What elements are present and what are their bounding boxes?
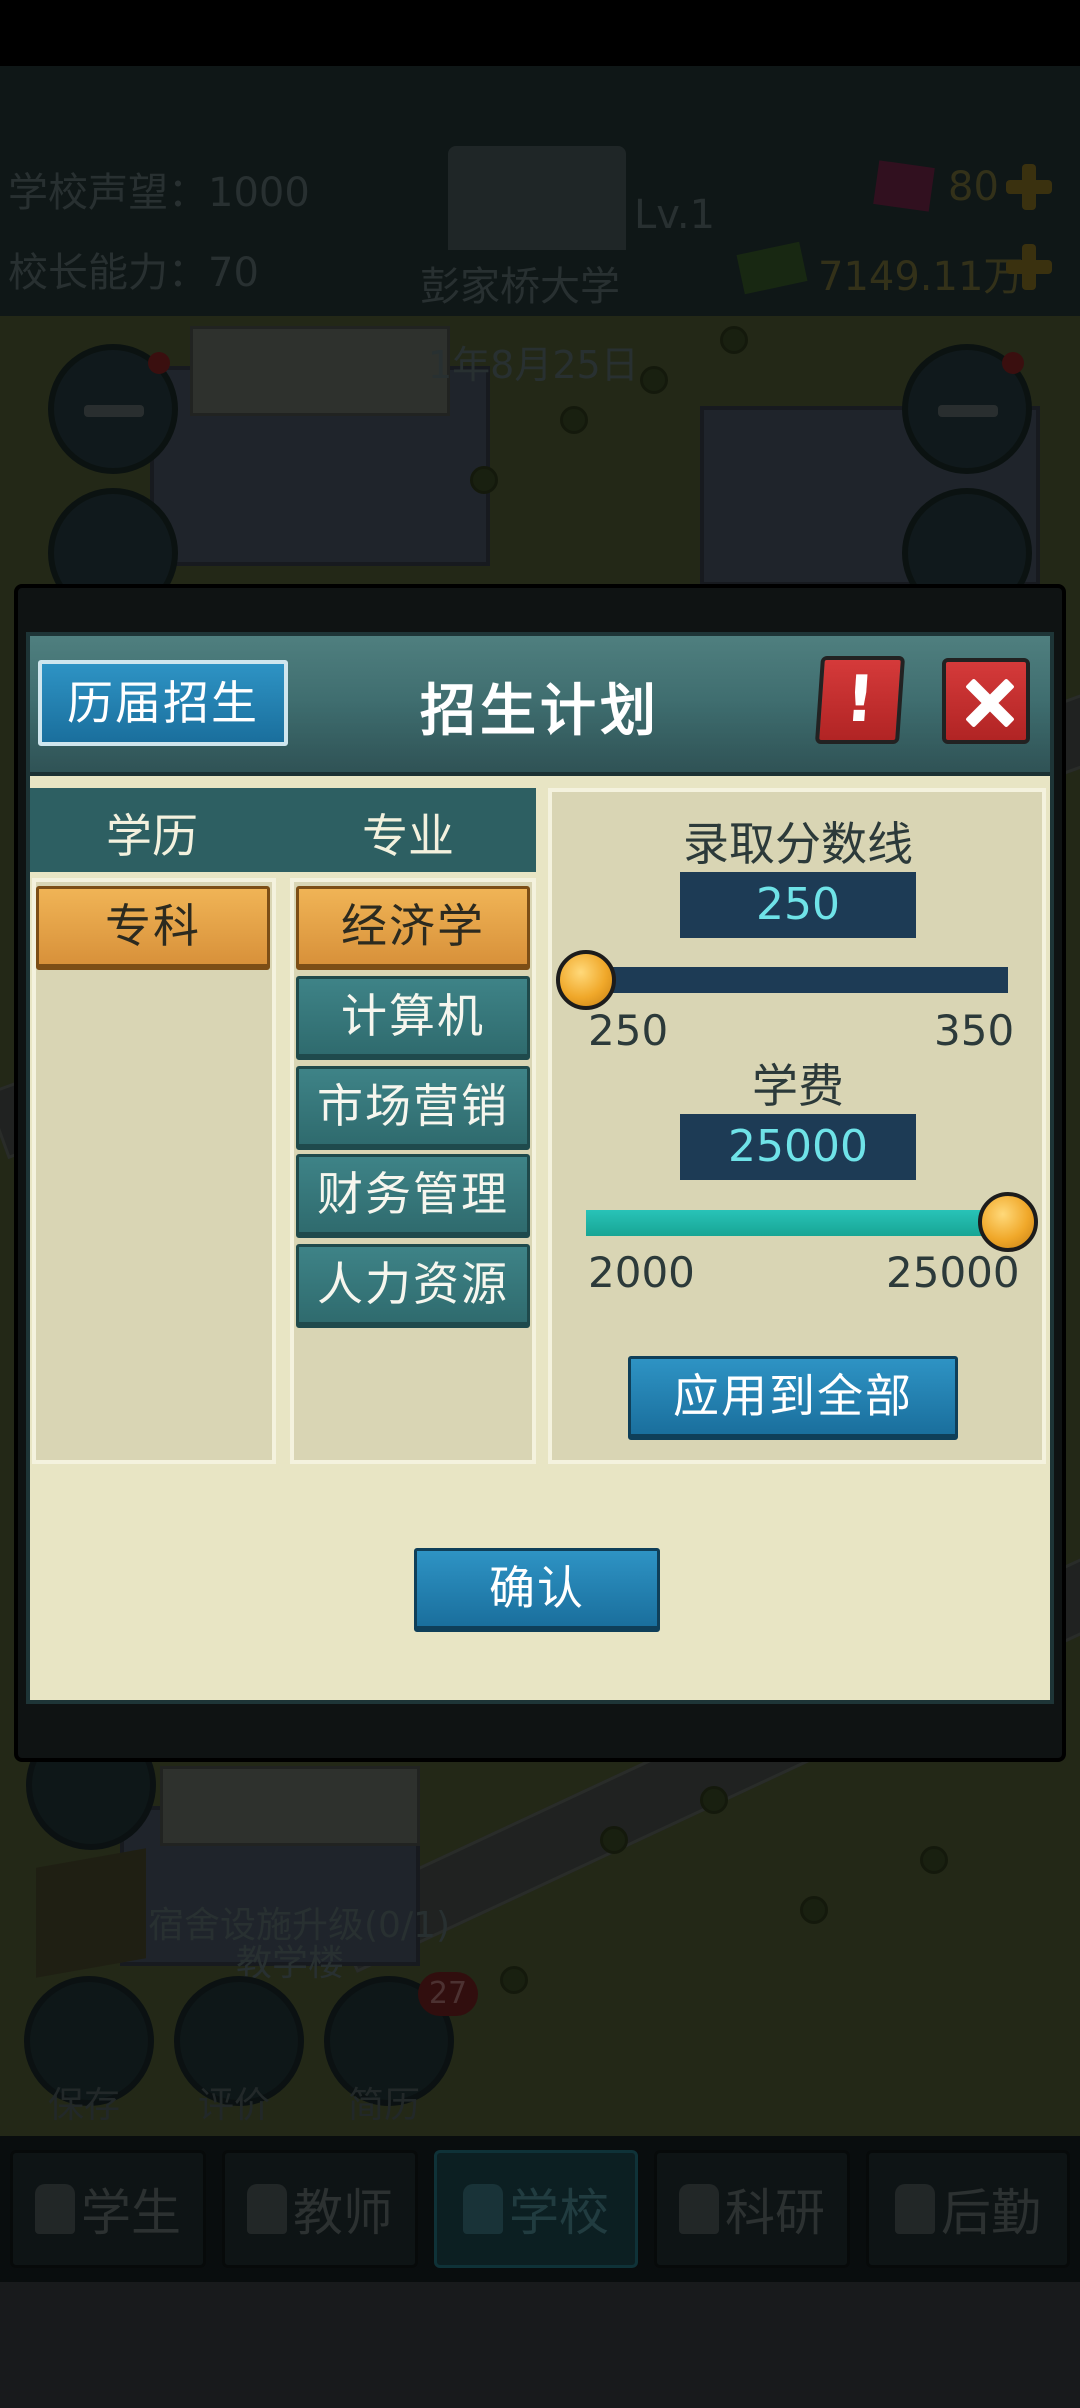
- cutoff-max: 350: [934, 1006, 1015, 1055]
- cutoff-value[interactable]: 250: [680, 872, 916, 938]
- major-item-computer[interactable]: 计算机: [296, 976, 530, 1060]
- cutoff-slider-handle[interactable]: [556, 950, 616, 1010]
- tuition-slider-handle[interactable]: [978, 1192, 1038, 1252]
- education-header: 学历: [106, 809, 198, 863]
- tuition-label: 学费: [752, 1059, 844, 1113]
- confirm-button[interactable]: 确认: [414, 1548, 660, 1632]
- cutoff-min: 250: [588, 1006, 669, 1055]
- tuition-max: 25000: [886, 1248, 1020, 1297]
- dialog-title: 招生计划: [420, 679, 660, 744]
- tuition-value[interactable]: 25000: [680, 1114, 916, 1180]
- major-item-economics[interactable]: 经济学: [296, 886, 530, 970]
- close-icon[interactable]: [942, 658, 1030, 744]
- apply-to-all-button[interactable]: 应用到全部: [628, 1356, 958, 1440]
- major-header: 专业: [362, 809, 454, 863]
- tuition-slider[interactable]: [586, 1210, 1008, 1236]
- major-item-finance[interactable]: 财务管理: [296, 1154, 530, 1238]
- alert-icon[interactable]: !: [814, 656, 906, 744]
- major-item-hr[interactable]: 人力资源: [296, 1244, 530, 1328]
- education-item-associate[interactable]: 专科: [36, 886, 270, 970]
- major-item-marketing[interactable]: 市场营销: [296, 1066, 530, 1150]
- tuition-min: 2000: [588, 1248, 695, 1297]
- history-enrollment-button[interactable]: 历届招生: [38, 660, 288, 746]
- tuition-slider-fill: [586, 1210, 1008, 1236]
- cutoff-slider[interactable]: [586, 967, 1008, 993]
- cutoff-label: 录取分数线: [683, 817, 913, 871]
